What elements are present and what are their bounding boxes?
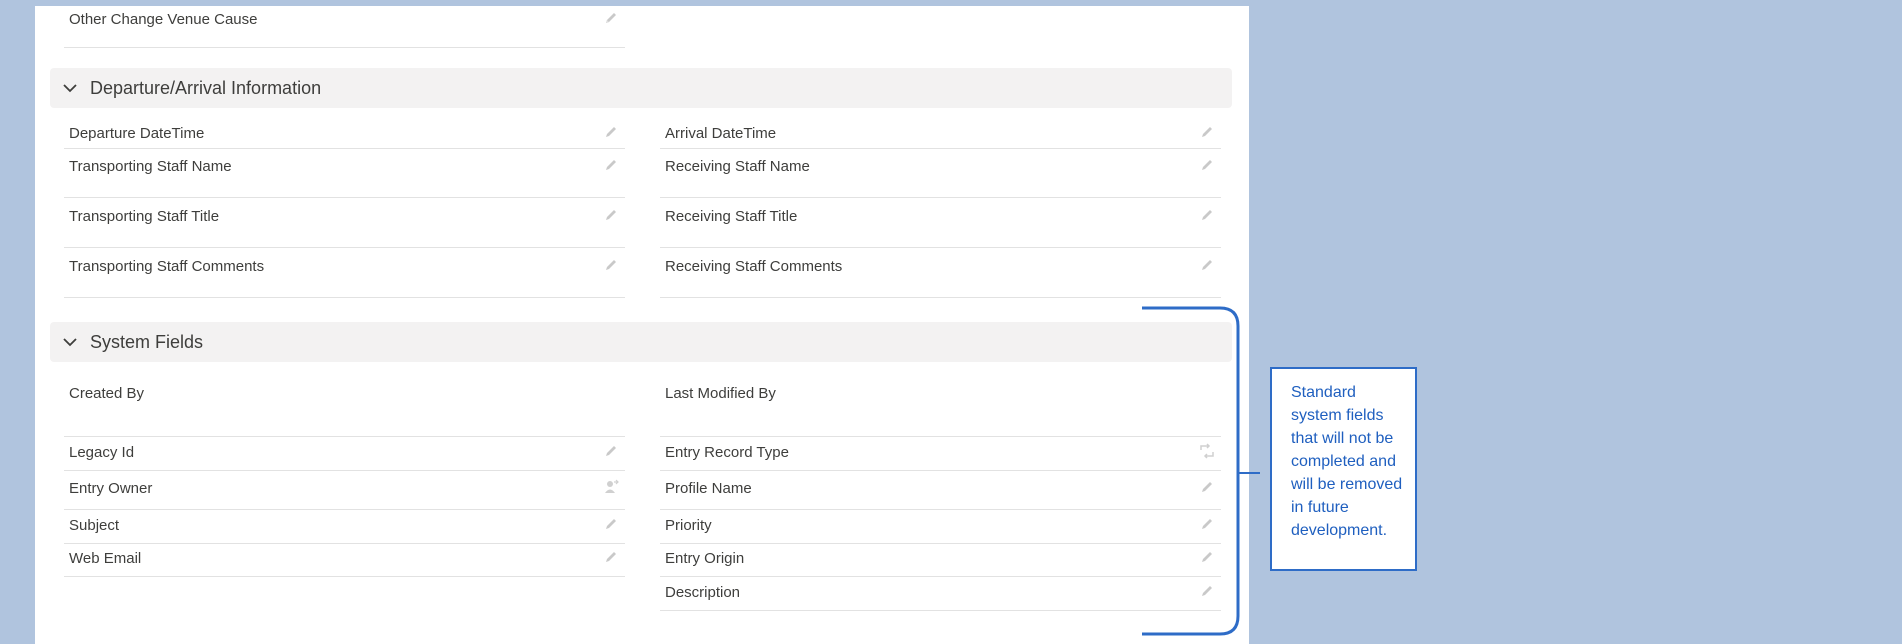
field-label: Receiving Staff Title <box>665 208 798 225</box>
pencil-icon[interactable] <box>603 157 619 173</box>
pencil-icon[interactable] <box>603 443 619 459</box>
section-title: System Fields <box>90 332 204 352</box>
field-label: Profile Name <box>665 480 752 497</box>
field-label: Legacy Id <box>69 444 135 461</box>
pencil-icon[interactable] <box>603 207 619 223</box>
field-last-modified-by: Last Modified By <box>660 380 1221 437</box>
field-label: Other Change Venue Cause <box>69 11 258 28</box>
change-owner-icon[interactable] <box>603 479 619 495</box>
section-system-fields[interactable]: System Fields <box>50 322 1232 362</box>
pencil-icon[interactable] <box>1199 157 1215 173</box>
field-description: Description <box>660 579 1221 611</box>
field-subject: Subject <box>64 512 625 544</box>
field-label: Transporting Staff Comments <box>69 258 265 275</box>
field-transporting-staff-title: Transporting Staff Title <box>64 203 625 248</box>
field-label: Last Modified By <box>665 385 776 402</box>
field-legacy-id: Legacy Id <box>64 439 625 471</box>
pencil-icon[interactable] <box>1199 207 1215 223</box>
field-transporting-staff-comments: Transporting Staff Comments <box>64 253 625 298</box>
field-label: Receiving Staff Comments <box>665 258 843 275</box>
pencil-icon[interactable] <box>1199 257 1215 273</box>
field-label: Entry Record Type <box>665 444 789 461</box>
field-transporting-staff-name: Transporting Staff Name <box>64 153 625 198</box>
field-label: Departure DateTime <box>69 125 205 142</box>
field-entry-owner: Entry Owner <box>64 475 625 510</box>
annotation-callout: Standard system fields that will not be … <box>1270 367 1417 571</box>
chevron-down-icon[interactable] <box>62 334 78 350</box>
field-label: Priority <box>665 517 712 534</box>
field-label: Web Email <box>69 550 142 567</box>
pencil-icon[interactable] <box>603 549 619 565</box>
field-created-by: Created By <box>64 380 625 420</box>
section-departure-arrival[interactable]: Departure/Arrival Information <box>50 68 1232 108</box>
field-label: Entry Origin <box>665 550 745 567</box>
field-receiving-staff-comments: Receiving Staff Comments <box>660 253 1221 298</box>
field-label: Transporting Staff Name <box>69 158 232 175</box>
field-entry-record-type: Entry Record Type <box>660 439 1221 471</box>
field-priority: Priority <box>660 512 1221 544</box>
field-departure-datetime: Departure DateTime <box>64 120 625 149</box>
annotation-bracket <box>1142 306 1260 636</box>
field-arrival-datetime: Arrival DateTime <box>660 120 1221 149</box>
pencil-icon[interactable] <box>603 124 619 140</box>
field-label: Description <box>665 584 741 601</box>
field-label: Created By <box>69 385 145 402</box>
created-by-divider <box>64 420 625 437</box>
field-profile-name: Profile Name <box>660 475 1221 510</box>
pencil-icon[interactable] <box>603 516 619 532</box>
chevron-down-icon[interactable] <box>62 80 78 96</box>
section-title: Departure/Arrival Information <box>90 78 322 98</box>
field-label: Subject <box>69 517 120 534</box>
record-detail-card: Other Change Venue Cause Departure/Arriv… <box>35 6 1249 644</box>
field-entry-origin: Entry Origin <box>660 545 1221 577</box>
field-receiving-staff-title: Receiving Staff Title <box>660 203 1221 248</box>
field-web-email: Web Email <box>64 545 625 577</box>
pencil-icon[interactable] <box>603 257 619 273</box>
field-receiving-staff-name: Receiving Staff Name <box>660 153 1221 198</box>
field-label: Arrival DateTime <box>665 125 777 142</box>
pencil-icon[interactable] <box>603 10 619 26</box>
field-label: Receiving Staff Name <box>665 158 810 175</box>
pencil-icon[interactable] <box>1199 124 1215 140</box>
field-label: Transporting Staff Title <box>69 208 220 225</box>
field-other-change-venue-cause: Other Change Venue Cause <box>64 6 625 48</box>
annotation-text: Standard system fields that will not be … <box>1291 384 1403 539</box>
field-label: Entry Owner <box>69 480 153 497</box>
